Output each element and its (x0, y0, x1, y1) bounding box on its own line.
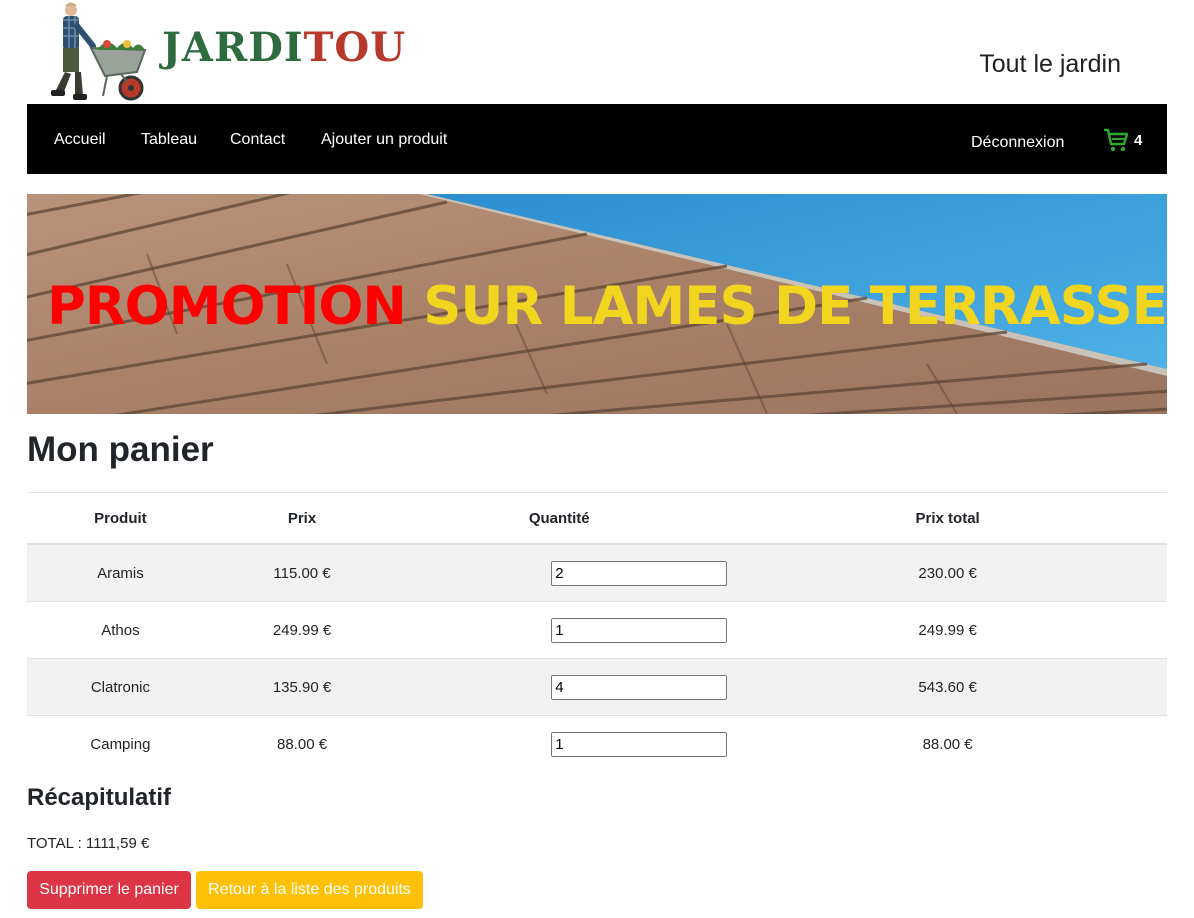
row-total: 249.99 € (728, 601, 1167, 659)
row-total: 543.60 € (728, 658, 1167, 716)
product-price: 115.00 € (213, 543, 391, 602)
cart-link[interactable]: 4 (1102, 126, 1162, 156)
table-header-row: Produit Prix Quantité Prix total (27, 492, 1167, 545)
column-header-prix: Prix (213, 492, 391, 545)
quantity-input[interactable] (551, 731, 728, 757)
table-row: Aramis 115.00 € 230.00 € (27, 543, 1167, 602)
cart-total: TOTAL : 1111,59 € (27, 835, 150, 852)
product-name: Aramis (27, 543, 214, 602)
quantity-input[interactable] (551, 674, 728, 700)
quantity-cell (390, 715, 729, 772)
column-header-produit: Produit (27, 492, 214, 545)
product-price: 249.99 € (213, 601, 391, 659)
logo-text-part2: TOU (303, 24, 407, 71)
gardener-wheelbarrow-icon (51, 2, 147, 101)
table-row: Athos 249.99 € 249.99 € (27, 601, 1167, 659)
product-price: 135.90 € (213, 658, 391, 716)
product-name: Clatronic (27, 658, 214, 716)
site-logo[interactable]: JARDITOU (41, 0, 405, 104)
nav-link-accueil[interactable]: Accueil (54, 131, 106, 149)
cart-table: Produit Prix Quantité Prix total Aramis … (27, 492, 1167, 772)
table-row: Clatronic 135.90 € 543.60 € (27, 658, 1167, 716)
logo-text: JARDITOU (162, 24, 406, 71)
quantity-cell (390, 658, 729, 716)
column-header-quantite: Quantité (390, 492, 729, 545)
product-name: Camping (27, 715, 214, 772)
row-total: 230.00 € (728, 543, 1167, 602)
page: JARDITOU Tout le jardin Accueil Tableau … (27, 0, 1167, 909)
clear-cart-button[interactable]: Supprimer le panier (27, 871, 191, 909)
quantity-cell (390, 601, 729, 659)
table-row: Camping 88.00 € 88.00 € (27, 715, 1167, 772)
logo-text-part1: JARDI (162, 24, 304, 71)
nav-link-contact[interactable]: Contact (230, 131, 285, 149)
nav-link-ajouter-produit[interactable]: Ajouter un produit (321, 131, 447, 149)
column-header-prix-total: Prix total (728, 492, 1167, 545)
site-header: JARDITOU Tout le jardin (27, 0, 1167, 104)
product-name: Athos (27, 601, 214, 659)
main-navbar: Accueil Tableau Contact Ajouter un produ… (27, 104, 1167, 174)
back-to-products-button[interactable]: Retour à la liste des produits (196, 871, 423, 909)
page-title: Mon panier (27, 430, 214, 469)
promo-banner: PROMOTION SUR LAMES DE TERRASSE (27, 194, 1167, 414)
row-total: 88.00 € (728, 715, 1167, 772)
quantity-input[interactable] (551, 560, 728, 586)
shopping-cart-icon (1104, 128, 1129, 152)
promo-headline: PROMOTION SUR LAMES DE TERRASSE (47, 276, 1167, 337)
site-tagline: Tout le jardin (979, 50, 1121, 78)
logout-link[interactable]: Déconnexion (971, 134, 1064, 152)
promo-text-yellow: SUR LAMES DE TERRASSE (423, 276, 1167, 337)
cart-count-badge: 4 (1134, 132, 1143, 149)
quantity-cell (390, 543, 729, 602)
product-price: 88.00 € (213, 715, 391, 772)
nav-link-tableau[interactable]: Tableau (141, 131, 197, 149)
quantity-input[interactable] (551, 617, 728, 643)
summary-title: Récapitulatif (27, 784, 172, 811)
promo-text-red: PROMOTION (47, 276, 407, 337)
